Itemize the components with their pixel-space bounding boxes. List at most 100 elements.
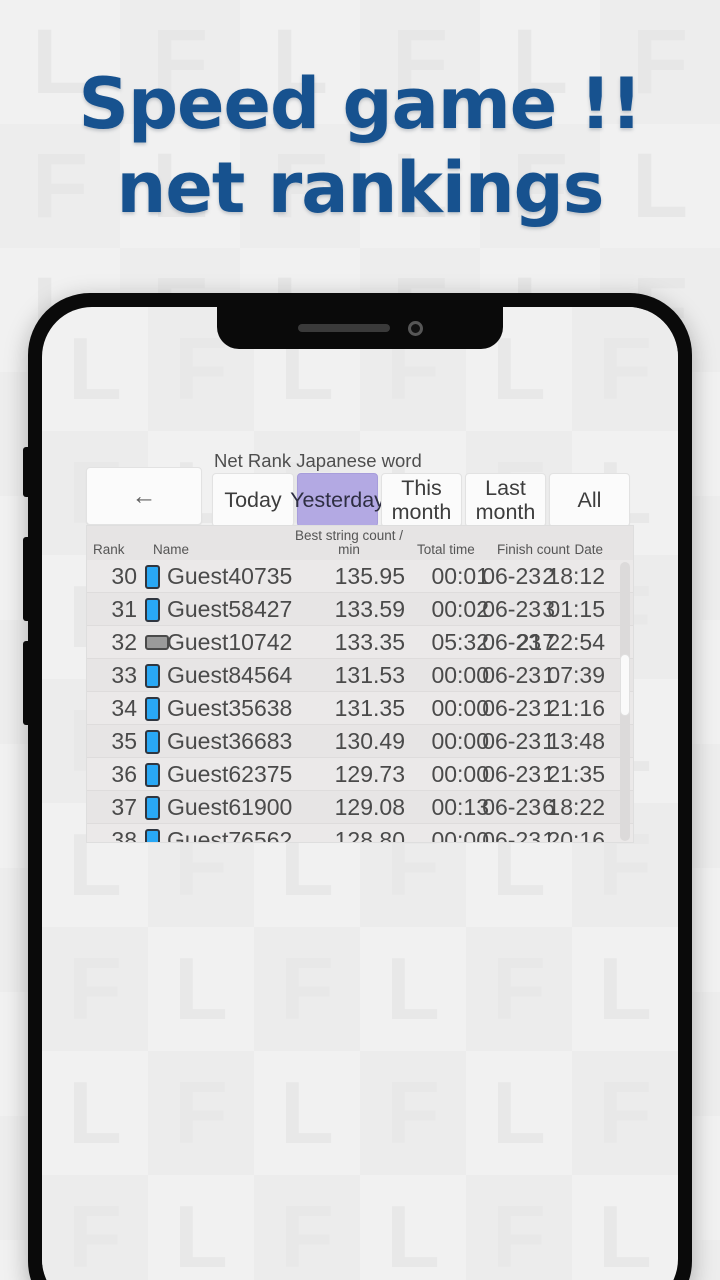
- tab-this-month[interactable]: This month: [381, 473, 462, 527]
- cell-best-string-count: 133.35: [334, 629, 405, 655]
- phone-device-icon: [145, 593, 160, 626]
- table-row[interactable]: 32 Guest10742 133.35 05:32 217 06-23 22:54: [87, 626, 633, 659]
- cell-total-time: 00:00: [431, 761, 489, 787]
- column-header-best-line2: min: [338, 542, 360, 557]
- tab-last-month[interactable]: Last month: [465, 473, 546, 527]
- phone-device-icon: [145, 725, 160, 758]
- ranking-app: ← Net Rank Japanese word Today Yesterday…: [42, 307, 678, 1280]
- phone-device-icon: [145, 560, 160, 593]
- cell-name: Guest35638: [167, 695, 293, 721]
- column-header-best-string-count: Best string count / min: [293, 529, 405, 557]
- back-button[interactable]: ←: [86, 467, 202, 525]
- cell-rank: 35: [111, 728, 137, 754]
- phone-device-icon: [145, 791, 160, 824]
- phone-device-icon: [145, 597, 160, 622]
- screen-title: Net Rank Japanese word: [214, 450, 422, 471]
- tab-all-label: All: [577, 488, 602, 512]
- phone-device-icon: [145, 659, 160, 692]
- column-header-best-line1: Best string count /: [294, 528, 404, 543]
- table-row[interactable]: 35 Guest36683 130.49 00:00 1 06-23 13:48: [87, 725, 633, 758]
- phone-device-icon: [145, 762, 160, 787]
- phone-mockup: LFLFLFFLFLFLLFLFLFFLFLFLLFLFLFFLFLFLLFLF…: [23, 293, 692, 1280]
- tab-today[interactable]: Today: [212, 473, 294, 527]
- cell-rank: 34: [111, 695, 137, 721]
- cell-best-string-count: 129.73: [334, 761, 405, 787]
- cell-total-time: 00:00: [431, 695, 489, 721]
- ranking-row-list[interactable]: 30 Guest40735 135.95 00:01 2 06-23 18:12 31 Gue…: [87, 560, 633, 843]
- cell-rank: 33: [111, 662, 137, 688]
- cell-best-string-count: 135.95: [334, 563, 405, 589]
- tab-this-month-label: This month: [391, 476, 452, 524]
- column-header-date: Date: [574, 542, 603, 557]
- phone-device-icon: [145, 564, 160, 589]
- cell-total-time: 00:01: [431, 563, 489, 589]
- cell-date: 06-23 22:54: [482, 629, 605, 655]
- cell-rank: 30: [111, 563, 137, 589]
- phone-device-icon: [145, 824, 160, 842]
- table-row[interactable]: 33 Guest84564 131.53 00:00 1 06-23 07:39: [87, 659, 633, 692]
- cell-total-time: 05:32: [431, 629, 489, 655]
- cell-date: 06-23 01:15: [482, 596, 605, 622]
- tab-last-month-label: Last month: [475, 476, 536, 524]
- period-tab-bar: Today Yesterday This month Last month Al: [212, 473, 633, 527]
- column-header-rank: Rank: [93, 542, 125, 557]
- cell-best-string-count: 133.59: [334, 596, 405, 622]
- column-header-name: Name: [153, 542, 190, 557]
- phone-screen: LFLFLFFLFLFLLFLFLFFLFLFLLFLFLFFLFLFLLFLF…: [42, 307, 678, 1280]
- table-row[interactable]: 31 Guest58427 133.59 00:02 3 06-23 01:15: [87, 593, 633, 626]
- ranking-table: Rank Name Best string count / min Total …: [86, 525, 634, 843]
- cell-date: 06-23 07:39: [482, 662, 605, 688]
- cell-date: 06-23 18:22: [482, 794, 605, 820]
- phone-device-icon: [145, 729, 160, 754]
- vertical-scrollbar[interactable]: [620, 562, 630, 841]
- phone-notch: [217, 307, 503, 349]
- headline-line-1: Speed game !!: [78, 63, 643, 145]
- table-row[interactable]: 36 Guest62375 129.73 00:00 1 06-23 21:35: [87, 758, 633, 791]
- table-row[interactable]: 34 Guest35638 131.35 00:00 1 06-23 21:16: [87, 692, 633, 725]
- cell-date: 06-23 21:16: [482, 695, 605, 721]
- cell-total-time: 00:00: [431, 662, 489, 688]
- cell-date: 06-23 13:48: [482, 728, 605, 754]
- cell-best-string-count: 128.80: [334, 827, 405, 843]
- tab-all[interactable]: All: [549, 473, 630, 527]
- column-header-finish-count: Finish count: [497, 542, 570, 557]
- cell-best-string-count: 131.35: [334, 695, 405, 721]
- cell-name: Guest61900: [167, 794, 293, 820]
- cell-date: 06-23 20:16: [482, 827, 605, 843]
- volume-down-button[interactable]: [23, 641, 30, 725]
- table-row[interactable]: 37 Guest61900 129.08 00:13 6 06-23 18:22: [87, 791, 633, 824]
- table-row[interactable]: 38 Guest76562 128.80 00:00 1 06-23 20:16: [87, 824, 633, 843]
- promo-screenshot: LFLFLFFLFLFLLFLFLFFLFLFLLFLFLFFLFLFLLFLF…: [0, 0, 720, 1280]
- cell-total-time: 00:00: [431, 827, 489, 843]
- mute-switch-button[interactable]: [23, 447, 30, 497]
- cell-rank: 38: [111, 827, 137, 843]
- column-header-total-time: Total time: [417, 542, 475, 557]
- phone-device-icon: [145, 663, 160, 688]
- tab-yesterday[interactable]: Yesterday: [290, 473, 385, 527]
- cell-best-string-count: 130.49: [334, 728, 405, 754]
- app-topbar: ← Net Rank Japanese word Today Yesterday…: [86, 450, 634, 527]
- tab-yesterday-label: Yesterday: [290, 488, 385, 512]
- phone-device-icon: [145, 758, 160, 791]
- phone-device-icon: [145, 795, 160, 820]
- scrollbar-thumb[interactable]: [620, 654, 630, 716]
- phone-device-icon: [145, 696, 160, 721]
- cell-total-time: 00:02: [431, 596, 489, 622]
- tablet-device-icon: [145, 635, 169, 650]
- cell-name: Guest84564: [167, 662, 293, 688]
- tablet-device-icon: [145, 626, 169, 659]
- table-header-row: Rank Name Best string count / min Total …: [87, 526, 633, 560]
- volume-up-button[interactable]: [23, 537, 30, 621]
- arrow-left-icon: ←: [131, 481, 157, 510]
- cell-total-time: 00:13: [431, 794, 489, 820]
- cell-name: Guest10742: [167, 629, 293, 655]
- table-row[interactable]: 30 Guest40735 135.95 00:01 2 06-23 18:12: [87, 560, 633, 593]
- cell-date: 06-23 21:35: [482, 761, 605, 787]
- headline-line-2: net rankings: [116, 147, 605, 229]
- front-camera-icon: [407, 320, 423, 336]
- cell-rank: 37: [111, 794, 137, 820]
- cell-rank: 31: [111, 596, 137, 622]
- cell-total-time: 00:00: [431, 728, 489, 754]
- headline: Speed game !! net rankings: [0, 62, 720, 230]
- cell-date: 06-23 18:12: [482, 563, 605, 589]
